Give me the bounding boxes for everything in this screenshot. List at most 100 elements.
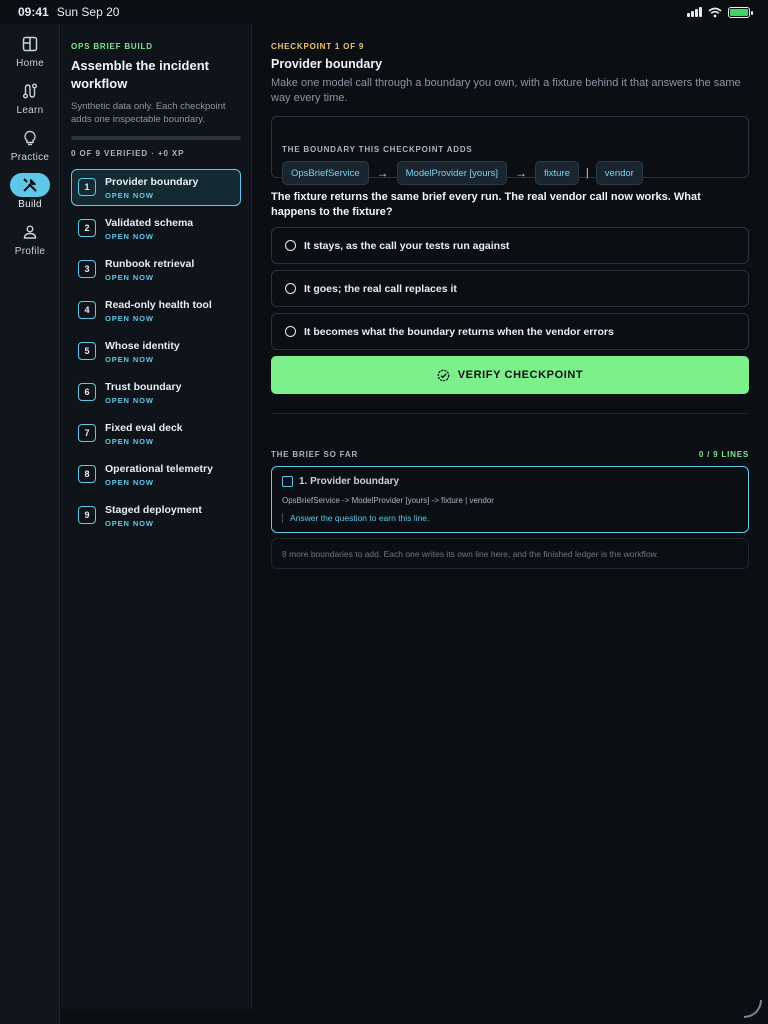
tools-icon <box>10 173 50 197</box>
brief-line-path: OpsBriefService -> ModelProvider [yours]… <box>282 496 494 505</box>
step-title: Runbook retrieval <box>105 258 195 270</box>
brief-line-title: 1. Provider boundary <box>299 476 400 487</box>
checkpoint-main: CHECKPOINT 1 OF 9 Provider boundary Make… <box>271 24 749 569</box>
rail-label: Learn <box>16 105 44 116</box>
step-status: OPEN NOW <box>105 191 154 200</box>
step-title: Trust boundary <box>105 381 182 393</box>
step-status: OPEN NOW <box>105 273 154 282</box>
status-time: 09:41 <box>18 5 49 19</box>
resize-corner-icon <box>744 1000 762 1018</box>
step-status: OPEN NOW <box>105 232 154 241</box>
step-title: Provider boundary <box>105 176 199 188</box>
nav-rail: Home Learn Practice Build Profile <box>0 24 60 1024</box>
step-status: OPEN NOW <box>105 396 154 405</box>
rail-label: Practice <box>10 152 50 163</box>
step-title: Whose identity <box>105 340 180 352</box>
boundary-chip: OpsBriefService <box>282 161 369 185</box>
step-status: OPEN NOW <box>105 355 154 364</box>
check-circle-icon <box>437 369 450 381</box>
cellular-signal-icon <box>687 7 702 17</box>
option-label: It becomes what the boundary returns whe… <box>304 325 614 338</box>
step-title: Read-only health tool <box>105 299 212 311</box>
checkpoint-eyebrow: CHECKPOINT 1 OF 9 <box>271 42 365 51</box>
verify-label: VERIFY CHECKPOINT <box>457 369 584 381</box>
step-number: 3 <box>78 260 96 278</box>
boundary-chip: ModelProvider [yours] <box>396 161 508 185</box>
remaining-text: 8 more boundaries to add. Each one write… <box>282 548 659 559</box>
sidebar-eyebrow: OPS BRIEF BUILD <box>71 42 153 51</box>
route-icon <box>10 79 50 103</box>
divider <box>271 413 749 414</box>
step-status: OPEN NOW <box>105 519 154 528</box>
verify-checkpoint-button[interactable]: VERIFY CHECKPOINT <box>271 356 749 394</box>
brief-line-card: 1. Provider boundary OpsBriefService -> … <box>271 466 749 533</box>
boundary-chip: vendor <box>595 161 643 185</box>
step-number: 6 <box>78 383 96 401</box>
answer-option[interactable]: It goes; the real call replaces it <box>271 270 749 307</box>
status-date: Sun Sep 20 <box>56 5 120 19</box>
radio-icon <box>285 326 296 337</box>
wifi-icon <box>708 7 722 17</box>
arrow-right-icon: → <box>376 166 389 180</box>
sidebar-subtitle: Synthetic data only. Each checkpoint add… <box>71 101 226 125</box>
brief-label: THE BRIEF SO FAR <box>271 450 359 459</box>
battery-icon <box>728 6 753 18</box>
layout-icon <box>10 32 50 56</box>
step-number: 9 <box>78 506 96 524</box>
step-item[interactable]: 2 Validated schema OPEN NOW <box>71 210 241 247</box>
rail-item-learn[interactable]: Learn <box>0 79 60 126</box>
step-status: OPEN NOW <box>105 314 154 323</box>
user-icon <box>10 220 50 244</box>
boundary-card: THE BOUNDARY THIS CHECKPOINT ADDS OpsBri… <box>271 116 749 185</box>
checkpoint-title: Provider boundary <box>271 57 383 71</box>
step-item[interactable]: 5 Whose identity OPEN NOW <box>71 333 241 370</box>
rail-item-build[interactable]: Build <box>0 173 60 220</box>
question-text: The fixture returns the same brief every… <box>271 191 701 218</box>
boundary-chip: fixture <box>535 161 579 185</box>
step-item[interactable]: 9 Staged deployment OPEN NOW <box>71 497 241 534</box>
step-status: OPEN NOW <box>105 437 154 446</box>
step-number: 2 <box>78 219 96 237</box>
brief-header: THE BRIEF SO FAR 0 / 9 LINES <box>271 432 749 459</box>
step-title: Fixed eval deck <box>105 422 183 434</box>
rail-item-home[interactable]: Home <box>0 32 60 79</box>
rail-label: Build <box>18 199 42 210</box>
bulb-icon <box>10 126 50 150</box>
checkpoint-sidebar: OPS BRIEF BUILD Assemble the incident wo… <box>61 24 252 1009</box>
step-item[interactable]: 8 Operational telemetry OPEN NOW <box>71 456 241 493</box>
rail-label: Profile <box>14 246 46 257</box>
step-title: Staged deployment <box>105 504 202 516</box>
step-item[interactable]: 3 Runbook retrieval OPEN NOW <box>71 251 241 288</box>
step-item[interactable]: 6 Trust boundary OPEN NOW <box>71 374 241 411</box>
radio-icon <box>285 240 296 251</box>
sidebar-title: Assemble the incident workflow <box>71 58 209 91</box>
step-status: OPEN NOW <box>105 478 154 487</box>
pipe-separator: | <box>585 167 589 179</box>
step-item[interactable]: 1 Provider boundary OPEN NOW <box>71 169 241 206</box>
boundary-label: THE BOUNDARY THIS CHECKPOINT ADDS <box>282 145 473 154</box>
rail-item-practice[interactable]: Practice <box>0 126 60 173</box>
answer-option[interactable]: It stays, as the call your tests run aga… <box>271 227 749 264</box>
rail-item-profile[interactable]: Profile <box>0 220 60 267</box>
checkbox-icon <box>282 476 293 487</box>
brief-count: 0 / 9 LINES <box>698 450 749 459</box>
step-number: 4 <box>78 301 96 319</box>
verified-count: 0 OF 9 VERIFIED · +0 XP <box>71 149 185 158</box>
step-item[interactable]: 4 Read-only health tool OPEN NOW <box>71 292 241 329</box>
option-label: It stays, as the call your tests run aga… <box>304 239 510 252</box>
checkpoint-description: Make one model call through a boundary y… <box>271 77 741 104</box>
remaining-boundaries-note: 8 more boundaries to add. Each one write… <box>271 538 749 569</box>
step-title: Validated schema <box>105 217 194 229</box>
answer-options: It stays, as the call your tests run aga… <box>271 227 749 350</box>
step-list: 1 Provider boundary OPEN NOW 2 Validated … <box>71 169 241 534</box>
boundary-chain: OpsBriefService → ModelProvider [yours] … <box>282 161 738 185</box>
progress-bar <box>71 136 241 140</box>
answer-option[interactable]: It becomes what the boundary returns whe… <box>271 313 749 350</box>
brief-line-hint: Answer the question to earn this line. <box>282 513 738 523</box>
step-number: 5 <box>78 342 96 360</box>
rail-label: Home <box>16 58 44 69</box>
step-item[interactable]: 7 Fixed eval deck OPEN NOW <box>71 415 241 452</box>
radio-icon <box>285 283 296 294</box>
step-title: Operational telemetry <box>105 463 213 475</box>
step-number: 1 <box>78 178 96 196</box>
